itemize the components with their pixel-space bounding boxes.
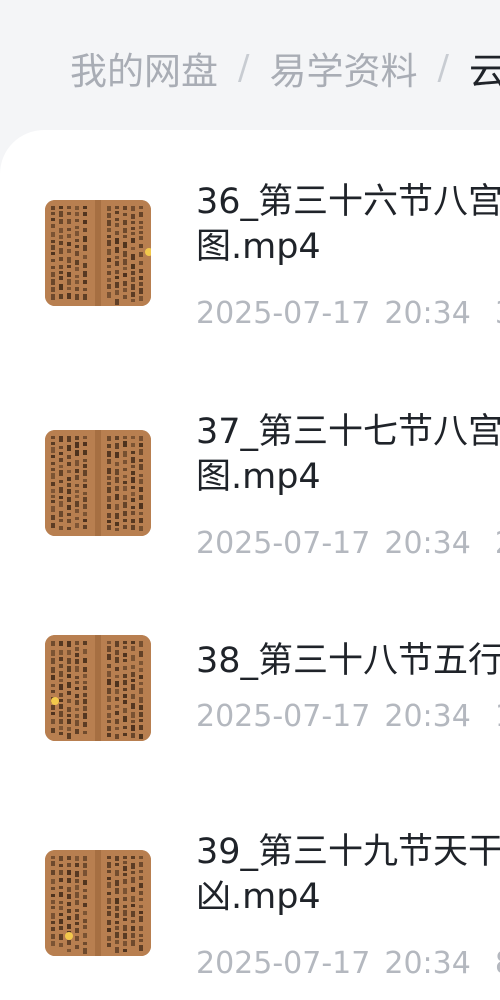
file-date: 2025-07-17 xyxy=(196,526,371,561)
video-thumbnail-icon xyxy=(45,635,151,741)
file-name-line: 37_第三十七节八宫 xyxy=(196,412,500,452)
breadcrumb-separator: / xyxy=(238,48,250,88)
file-name-line: 图.mp4 xyxy=(196,227,321,267)
file-date: 2025-07-17 xyxy=(196,296,371,331)
file-list-item[interactable]: 38_第三十八节五行 2025-07-17 20:34 1 xyxy=(0,635,500,785)
file-meta: 2025-07-17 20:34 1 xyxy=(196,699,500,734)
file-meta: 2025-07-17 20:34 3 xyxy=(196,296,500,331)
video-thumbnail-icon xyxy=(45,430,151,536)
file-name: 38_第三十八节五行 xyxy=(196,639,500,684)
file-size: 2 xyxy=(495,526,500,561)
file-time: 20:34 xyxy=(384,699,471,734)
breadcrumb-current-folder: 云 xyxy=(468,50,500,93)
file-size: 1 xyxy=(495,699,500,734)
file-date: 2025-07-17 xyxy=(196,699,371,734)
file-name-line: 39_第三十九节天干 xyxy=(196,832,500,872)
video-thumbnail-icon xyxy=(45,200,151,306)
file-name: 39_第三十九节天干 凶.mp4 xyxy=(196,830,500,920)
breadcrumb-my-drive[interactable]: 我的网盘 xyxy=(70,41,218,95)
file-meta: 2025-07-17 20:34 8 xyxy=(196,946,500,981)
file-meta: 2025-07-17 20:34 2 xyxy=(196,526,500,561)
file-date: 2025-07-17 xyxy=(196,946,371,981)
file-size: 3 xyxy=(495,296,500,331)
file-size: 8 xyxy=(495,946,500,981)
file-list-panel: 36_第三十六节八宫 图.mp4 2025-07-17 20:34 3 37_第三十… xyxy=(0,130,500,1000)
file-browser-page: 我的网盘 / 易学资料 / 云 36_第三十六节八宫 图.mp4 2025-07… xyxy=(0,0,500,1000)
breadcrumb-separator: / xyxy=(437,48,449,88)
file-time: 20:34 xyxy=(384,526,471,561)
breadcrumb-yixue-folder[interactable]: 易学资料 xyxy=(269,41,417,95)
file-name-line: 图.mp4 xyxy=(196,457,321,497)
file-time: 20:34 xyxy=(384,946,471,981)
file-list-item[interactable]: 36_第三十六节八宫 图.mp4 2025-07-17 20:34 3 xyxy=(0,180,500,390)
file-name-line: 38_第三十八节五行 xyxy=(196,641,500,681)
breadcrumb: 我的网盘 / 易学资料 / 云 xyxy=(70,38,500,98)
file-name: 37_第三十七节八宫 图.mp4 xyxy=(196,410,500,500)
file-time: 20:34 xyxy=(384,296,471,331)
file-name-line: 36_第三十六节八宫 xyxy=(196,182,500,222)
file-name-line: 凶.mp4 xyxy=(196,877,321,917)
file-list-item[interactable]: 37_第三十七节八宫 图.mp4 2025-07-17 20:34 2 xyxy=(0,410,500,620)
file-list-item[interactable]: 39_第三十九节天干 凶.mp4 2025-07-17 20:34 8 xyxy=(0,830,500,1000)
video-thumbnail-icon xyxy=(45,850,151,956)
file-name: 36_第三十六节八宫 图.mp4 xyxy=(196,180,500,270)
